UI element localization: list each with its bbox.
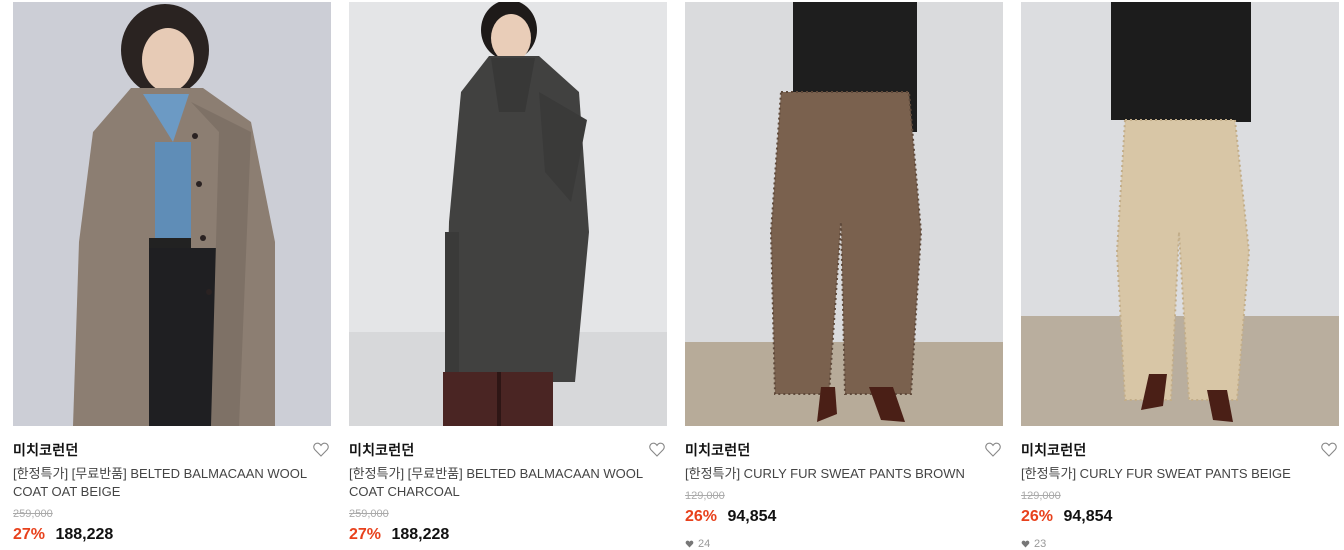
heart-filled-icon: [685, 540, 694, 548]
original-price: 129,000: [1021, 490, 1061, 502]
brand-name[interactable]: 미치코런던: [1021, 440, 1339, 460]
product-card[interactable]: 미치코런던 [한정특가] [무료반품] BELTED BALMACAAN WOO…: [13, 2, 331, 550]
likes-count: 24: [685, 537, 1003, 550]
product-card[interactable]: 미치코런던 [한정특가] CURLY FUR SWEAT PANTS BEIGE…: [1021, 2, 1339, 550]
likes-count: 23: [1021, 537, 1339, 550]
brand-name[interactable]: 미치코런던: [685, 440, 1003, 460]
heart-icon[interactable]: [649, 442, 665, 457]
product-title[interactable]: [한정특가] [무료반품] BELTED BALMACAAN WOOL COAT…: [13, 465, 325, 501]
heart-icon[interactable]: [313, 442, 329, 457]
brand-name[interactable]: 미치코런던: [13, 440, 331, 460]
product-photo-coat-charcoal: [349, 2, 667, 426]
product-card[interactable]: 미치코런던 [한정특가] [무료반품] BELTED BALMACAAN WOO…: [349, 2, 667, 550]
product-photo-coat-oat-beige: [13, 2, 331, 426]
product-image[interactable]: [13, 2, 331, 426]
original-price: 259,000: [13, 508, 53, 520]
heart-icon[interactable]: [1321, 442, 1337, 457]
likes-number: 23: [1034, 538, 1047, 550]
original-price: 259,000: [349, 508, 389, 520]
heart-icon[interactable]: [985, 442, 1001, 457]
brand-name[interactable]: 미치코런던: [349, 440, 667, 460]
product-image[interactable]: [1021, 2, 1339, 426]
product-title[interactable]: [한정특가] CURLY FUR SWEAT PANTS BEIGE: [1021, 465, 1333, 483]
product-photo-pants-brown: [685, 2, 1003, 426]
discount-rate: 27%: [13, 526, 46, 543]
heart-filled-icon: [1021, 540, 1030, 548]
product-photo-pants-beige: [1021, 2, 1339, 426]
discount-rate: 26%: [1021, 508, 1054, 525]
discount-rate: 26%: [685, 508, 718, 525]
product-image[interactable]: [349, 2, 667, 426]
likes-number: 24: [698, 538, 711, 550]
sale-price: 94,854: [727, 508, 777, 525]
original-price: 129,000: [685, 490, 725, 502]
discount-rate: 27%: [349, 526, 382, 543]
sale-price: 188,228: [55, 526, 114, 543]
sale-price: 94,854: [1063, 508, 1113, 525]
product-card[interactable]: 미치코런던 [한정특가] CURLY FUR SWEAT PANTS BROWN…: [685, 2, 1003, 550]
product-title[interactable]: [한정특가] CURLY FUR SWEAT PANTS BROWN: [685, 465, 997, 483]
product-image[interactable]: [685, 2, 1003, 426]
sale-price: 188,228: [391, 526, 450, 543]
product-title[interactable]: [한정특가] [무료반품] BELTED BALMACAAN WOOL COAT…: [349, 465, 661, 501]
